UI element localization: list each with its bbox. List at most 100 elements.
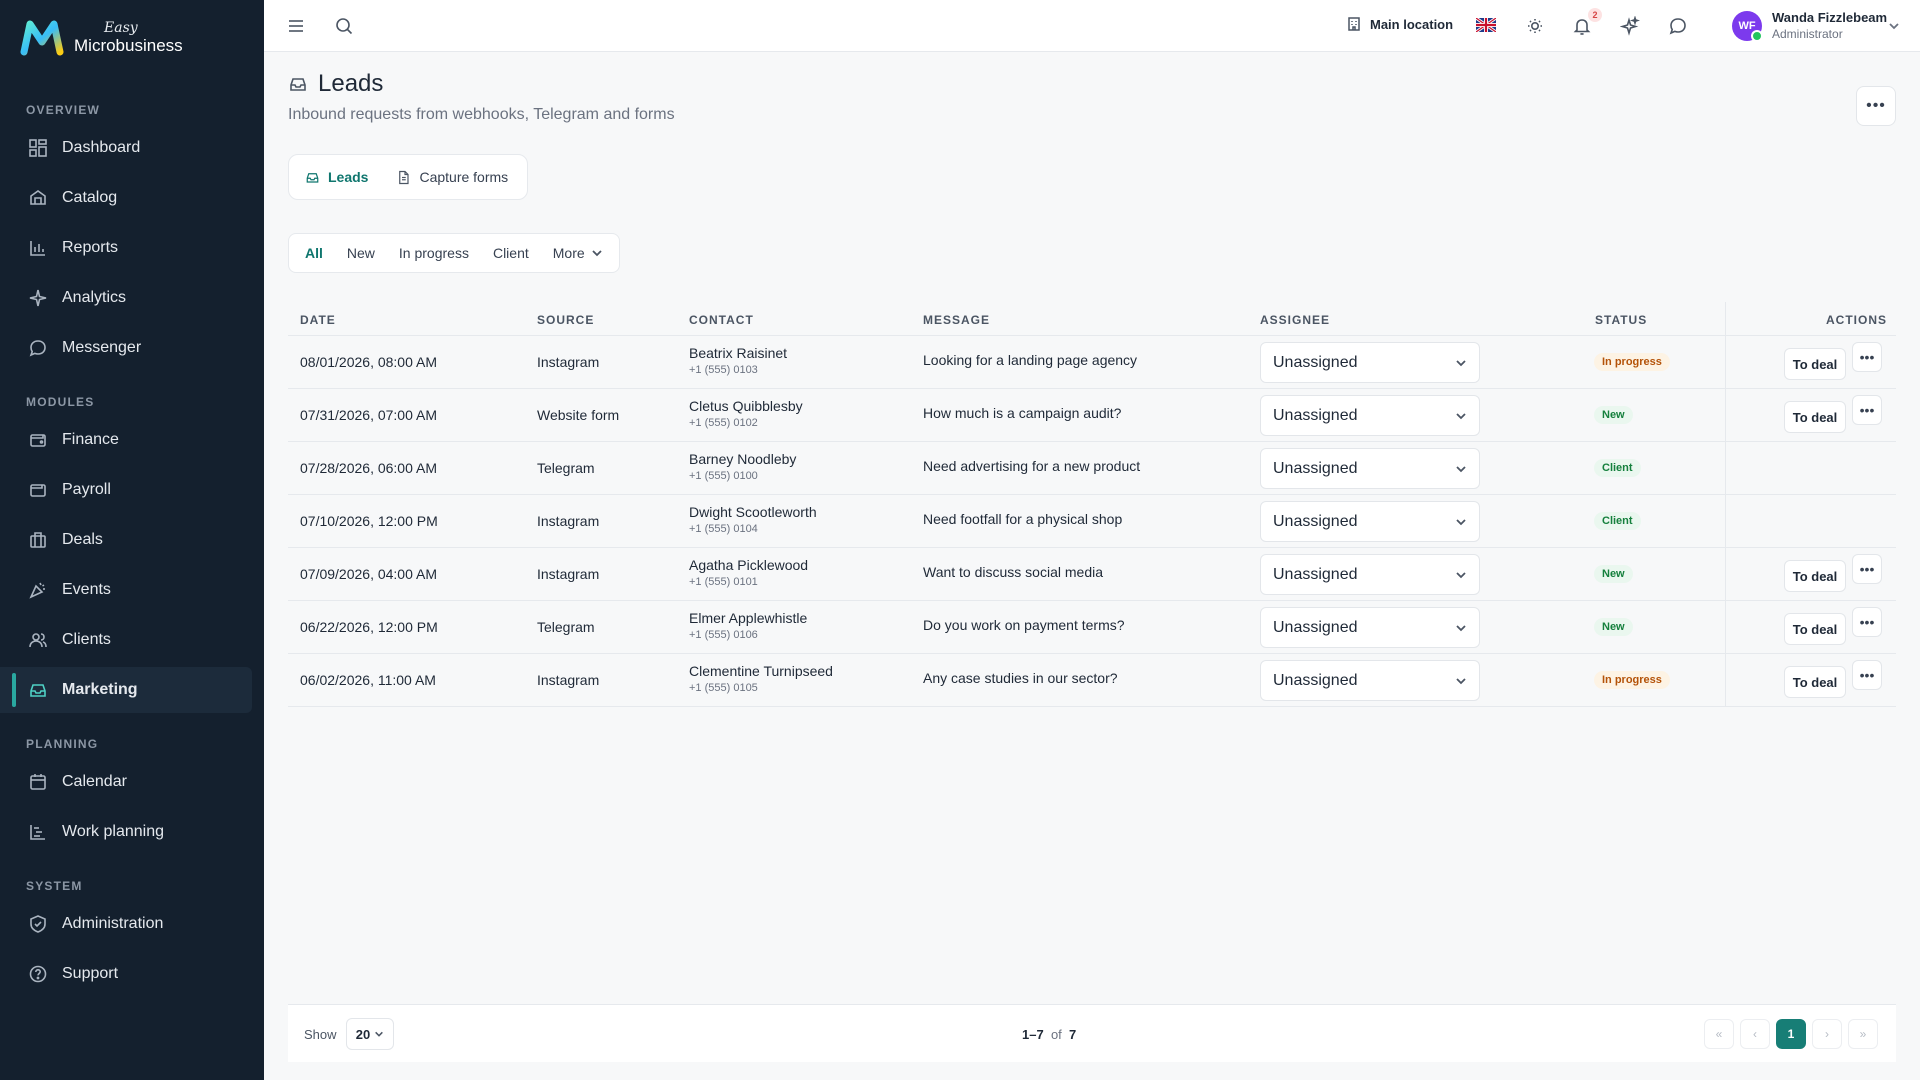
- last-page-button[interactable]: »: [1848, 1019, 1878, 1049]
- sidebar-item-deals[interactable]: Deals: [16, 517, 250, 563]
- sidebar-item-messenger[interactable]: Messenger: [16, 325, 250, 371]
- assignee-select[interactable]: Unassigned: [1260, 607, 1480, 648]
- sidebar-item-calendar[interactable]: Calendar: [16, 759, 250, 805]
- sidebar-item-label: Payroll: [62, 481, 111, 498]
- theme-toggle-button[interactable]: [1523, 14, 1547, 38]
- tab-leads[interactable]: Leads: [293, 159, 380, 195]
- sidebar-item-payroll[interactable]: Payroll: [16, 467, 250, 513]
- row-more-button[interactable]: •••: [1852, 554, 1882, 584]
- to-deal-button[interactable]: To deal: [1784, 666, 1846, 698]
- assignee-select[interactable]: Unassigned: [1260, 342, 1480, 383]
- to-deal-button[interactable]: To deal: [1784, 613, 1846, 645]
- next-page-button[interactable]: ›: [1812, 1019, 1842, 1049]
- table-header: DATE SOURCE CONTACT MESSAGE ASSIGNEE STA…: [288, 302, 1896, 336]
- to-deal-button[interactable]: To deal: [1784, 348, 1846, 380]
- sidebar-item-catalog[interactable]: Catalog: [16, 175, 250, 221]
- app-logo[interactable]: Easy Microbusiness: [20, 18, 183, 56]
- table-row[interactable]: 07/31/2026, 07:00 AM Website form Cletus…: [288, 389, 1896, 442]
- chevron-down-icon: [592, 250, 602, 257]
- status-badge: New: [1594, 565, 1633, 583]
- column-header-contact[interactable]: CONTACT: [689, 313, 754, 327]
- column-header-source[interactable]: SOURCE: [537, 313, 594, 327]
- sidebar-item-events[interactable]: Events: [16, 567, 250, 613]
- sidebar-item-marketing[interactable]: Marketing: [0, 667, 252, 713]
- sidebar-item-label: Deals: [62, 531, 103, 548]
- filter-in-progress[interactable]: In progress: [387, 237, 481, 269]
- sun-icon: [1528, 19, 1542, 33]
- sidebar-item-label: Work planning: [62, 823, 164, 840]
- nav-section-modules: MODULES: [26, 395, 95, 409]
- assignee-select[interactable]: Unassigned: [1260, 448, 1480, 489]
- analytics-icon: [29, 289, 47, 307]
- sidebar-item-work-planning[interactable]: Work planning: [16, 809, 250, 855]
- search-button[interactable]: [332, 14, 356, 38]
- chat-button[interactable]: [1666, 14, 1690, 38]
- topbar: Main location 2 WF Wanda Fizzlebeam Admi…: [264, 0, 1920, 52]
- previous-page-button[interactable]: ‹: [1740, 1019, 1770, 1049]
- filter-client[interactable]: Client: [481, 237, 541, 269]
- lead-contact: Dwight Scootleworth +1 (555) 0104: [689, 504, 817, 535]
- row-more-button[interactable]: •••: [1852, 607, 1882, 637]
- sidebar-item-clients[interactable]: Clients: [16, 617, 250, 663]
- user-menu[interactable]: WF Wanda Fizzlebeam Administrator: [1732, 10, 1887, 42]
- column-header-date[interactable]: DATE: [300, 313, 336, 327]
- pagination-bar: Show 20 1–7 of 7 « ‹ 1 › »: [288, 1004, 1896, 1062]
- show-label: Show: [304, 1027, 337, 1042]
- filter-all[interactable]: All: [293, 237, 335, 269]
- menu-toggle-button[interactable]: [284, 14, 308, 38]
- actions-divider: [1725, 654, 1726, 707]
- assignee-select[interactable]: Unassigned: [1260, 395, 1480, 436]
- table-row[interactable]: 06/02/2026, 11:00 AM Instagram Clementin…: [288, 654, 1896, 707]
- sidebar-item-finance[interactable]: Finance: [16, 417, 250, 463]
- page-size-select[interactable]: 20: [346, 1018, 394, 1050]
- status-badge: New: [1594, 406, 1633, 424]
- sidebar-item-analytics[interactable]: Analytics: [16, 275, 250, 321]
- assignee-select[interactable]: Unassigned: [1260, 660, 1480, 701]
- page-more-button[interactable]: •••: [1856, 86, 1896, 126]
- sidebar-item-label: Marketing: [62, 681, 138, 698]
- row-more-button[interactable]: •••: [1852, 342, 1882, 372]
- column-header-assignee[interactable]: ASSIGNEE: [1260, 313, 1330, 327]
- lead-source: Instagram: [537, 672, 600, 688]
- events-icon: [29, 582, 45, 599]
- sidebar-item-label: Events: [62, 581, 111, 598]
- lead-source: Instagram: [537, 566, 600, 582]
- ai-assistant-button[interactable]: [1618, 14, 1642, 38]
- sidebar-item-administration[interactable]: Administration: [16, 901, 250, 947]
- page-title: Leads: [288, 70, 383, 98]
- column-header-message[interactable]: MESSAGE: [923, 313, 990, 327]
- table-row[interactable]: 07/10/2026, 12:00 PM Instagram Dwight Sc…: [288, 495, 1896, 548]
- search-icon: [336, 18, 353, 35]
- sidebar-item-dashboard[interactable]: Dashboard: [16, 125, 250, 171]
- filter-more-dropdown[interactable]: More: [541, 237, 615, 269]
- table-row[interactable]: 07/09/2026, 04:00 AM Instagram Agatha Pi…: [288, 548, 1896, 601]
- location-selector[interactable]: Main location: [1346, 16, 1453, 32]
- column-header-status[interactable]: STATUS: [1595, 313, 1647, 327]
- assignee-select[interactable]: Unassigned: [1260, 554, 1480, 595]
- sidebar-item-reports[interactable]: Reports: [16, 225, 250, 271]
- contact-phone: +1 (555) 0100: [689, 470, 758, 482]
- uk-flag-icon[interactable]: [1476, 18, 1496, 32]
- row-more-button[interactable]: •••: [1852, 395, 1882, 425]
- actions-divider: [1725, 336, 1726, 389]
- assignee-select[interactable]: Unassigned: [1260, 501, 1480, 542]
- to-deal-button[interactable]: To deal: [1784, 401, 1846, 433]
- table-row[interactable]: 06/22/2026, 12:00 PM Telegram Elmer Appl…: [288, 601, 1896, 654]
- assignee-value: Unassigned: [1273, 459, 1358, 477]
- tab-capture-forms[interactable]: Capture forms: [384, 159, 520, 195]
- chevron-down-icon[interactable]: [1888, 20, 1900, 32]
- sidebar-item-support[interactable]: Support: [16, 951, 250, 997]
- first-page-button[interactable]: «: [1704, 1019, 1734, 1049]
- chevron-down-icon: [1456, 677, 1466, 684]
- row-more-button[interactable]: •••: [1852, 660, 1882, 690]
- lead-message: Want to discuss social media: [923, 564, 1103, 580]
- chevron-down-icon: [1456, 624, 1466, 631]
- to-deal-button[interactable]: To deal: [1784, 560, 1846, 592]
- table-row[interactable]: 07/28/2026, 06:00 AM Telegram Barney Noo…: [288, 442, 1896, 495]
- lead-date: 07/31/2026, 07:00 AM: [300, 407, 437, 423]
- assignee-value: Unassigned: [1273, 512, 1358, 530]
- table-row[interactable]: 08/01/2026, 08:00 AM Instagram Beatrix R…: [288, 336, 1896, 389]
- sidebar-item-label: Catalog: [62, 189, 118, 206]
- page-button-current[interactable]: 1: [1776, 1019, 1806, 1049]
- filter-new[interactable]: New: [335, 237, 387, 269]
